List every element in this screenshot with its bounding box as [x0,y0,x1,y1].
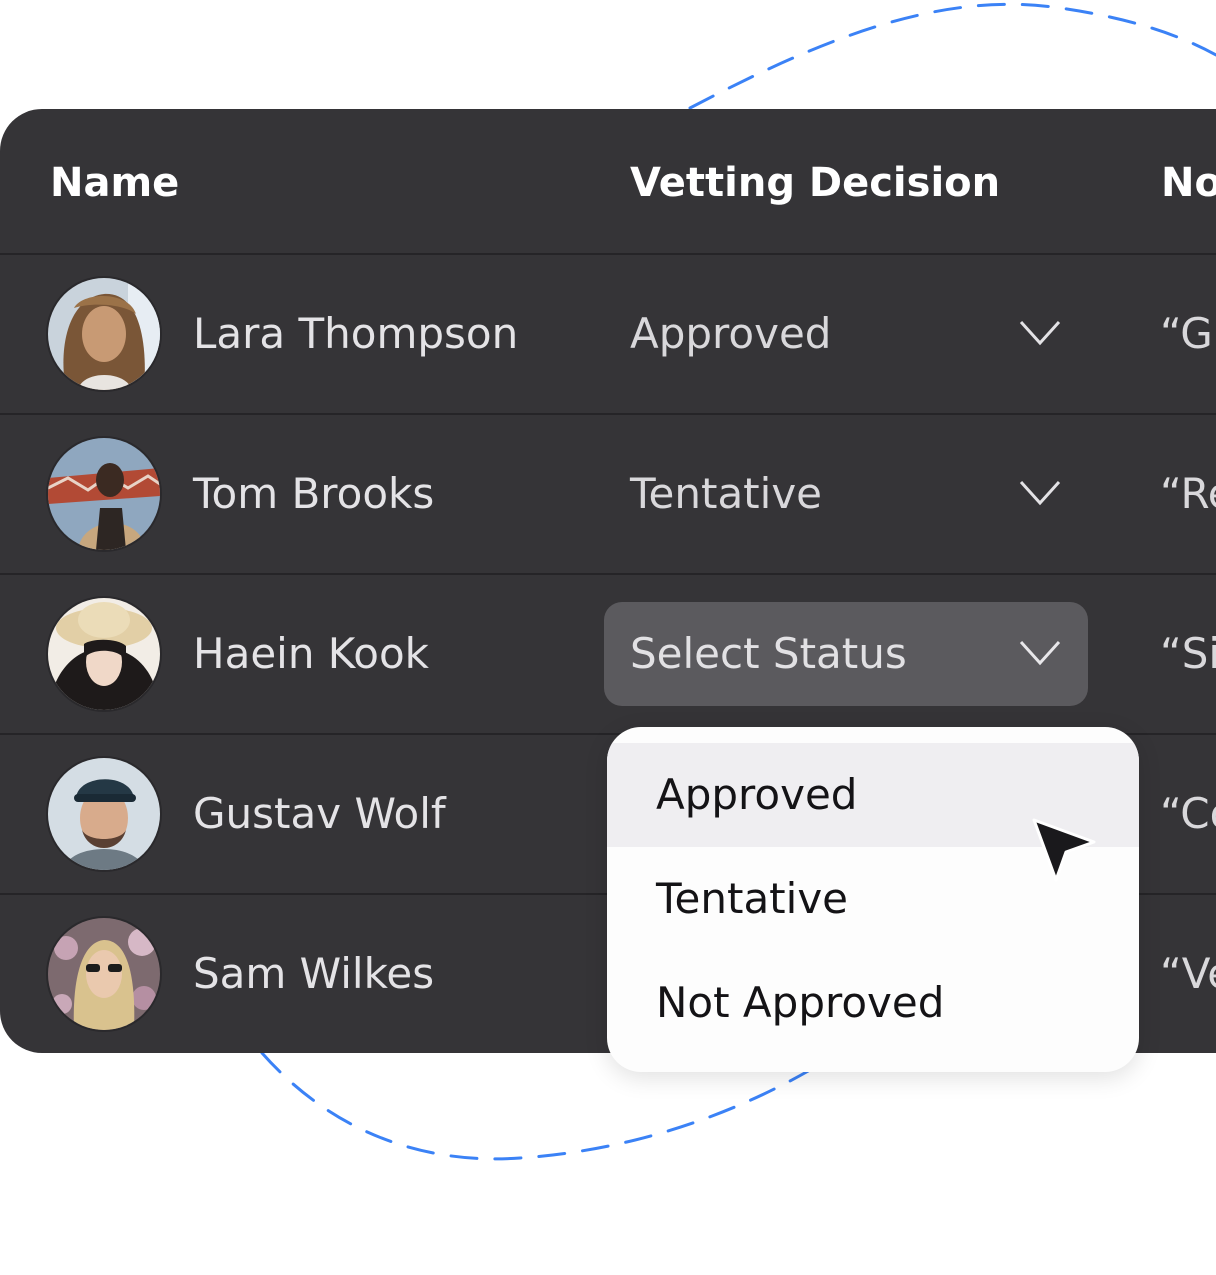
cursor-arrow-icon [1032,818,1096,882]
row-name: Tom Brooks [193,469,435,518]
row-name: Lara Thompson [193,309,519,358]
status-select[interactable]: Select Status [604,602,1088,706]
row-note: “G [1160,309,1213,358]
row-name: Haein Kook [193,629,429,678]
dropdown-option-label: Approved [656,770,858,819]
row-note: “Ve [1160,949,1216,998]
avatar [48,438,160,550]
column-header-notes[interactable]: No [1161,159,1216,207]
chevron-down-icon[interactable] [1018,313,1062,353]
status-select-value: Select Status [630,629,907,678]
avatar [48,758,160,870]
status-value[interactable]: Tentative [630,470,822,518]
row-note: “Si [1160,629,1216,678]
row-name: Sam Wilkes [193,949,435,998]
page: Name Vetting Decision No Lara Thompson A… [0,0,1216,1275]
row-note: “Re [1160,469,1216,518]
table-row: Tom Brooks Tentative “Re [0,415,1216,575]
avatar [48,278,160,390]
dropdown-option-label: Tentative [656,874,849,923]
status-value[interactable]: Approved [630,310,831,358]
chevron-down-icon[interactable] [1018,473,1062,513]
dropdown-option-label: Not Approved [656,978,945,1027]
avatar [48,598,160,710]
dropdown-option-not-approved[interactable]: Not Approved [607,951,1139,1055]
chevron-down-icon[interactable] [1018,633,1062,673]
table-row: Haein Kook Select Status “Si [0,575,1216,735]
row-note: “Co [1160,789,1216,838]
row-name: Gustav Wolf [193,789,446,838]
table-header: Name Vetting Decision No [0,109,1216,255]
status-dropdown-menu: Approved Tentative Not Approved [607,727,1139,1072]
column-header-vetting-decision[interactable]: Vetting Decision [630,159,1000,207]
column-header-name[interactable]: Name [50,159,179,207]
avatar [48,918,160,1030]
table-row: Lara Thompson Approved “G [0,255,1216,415]
